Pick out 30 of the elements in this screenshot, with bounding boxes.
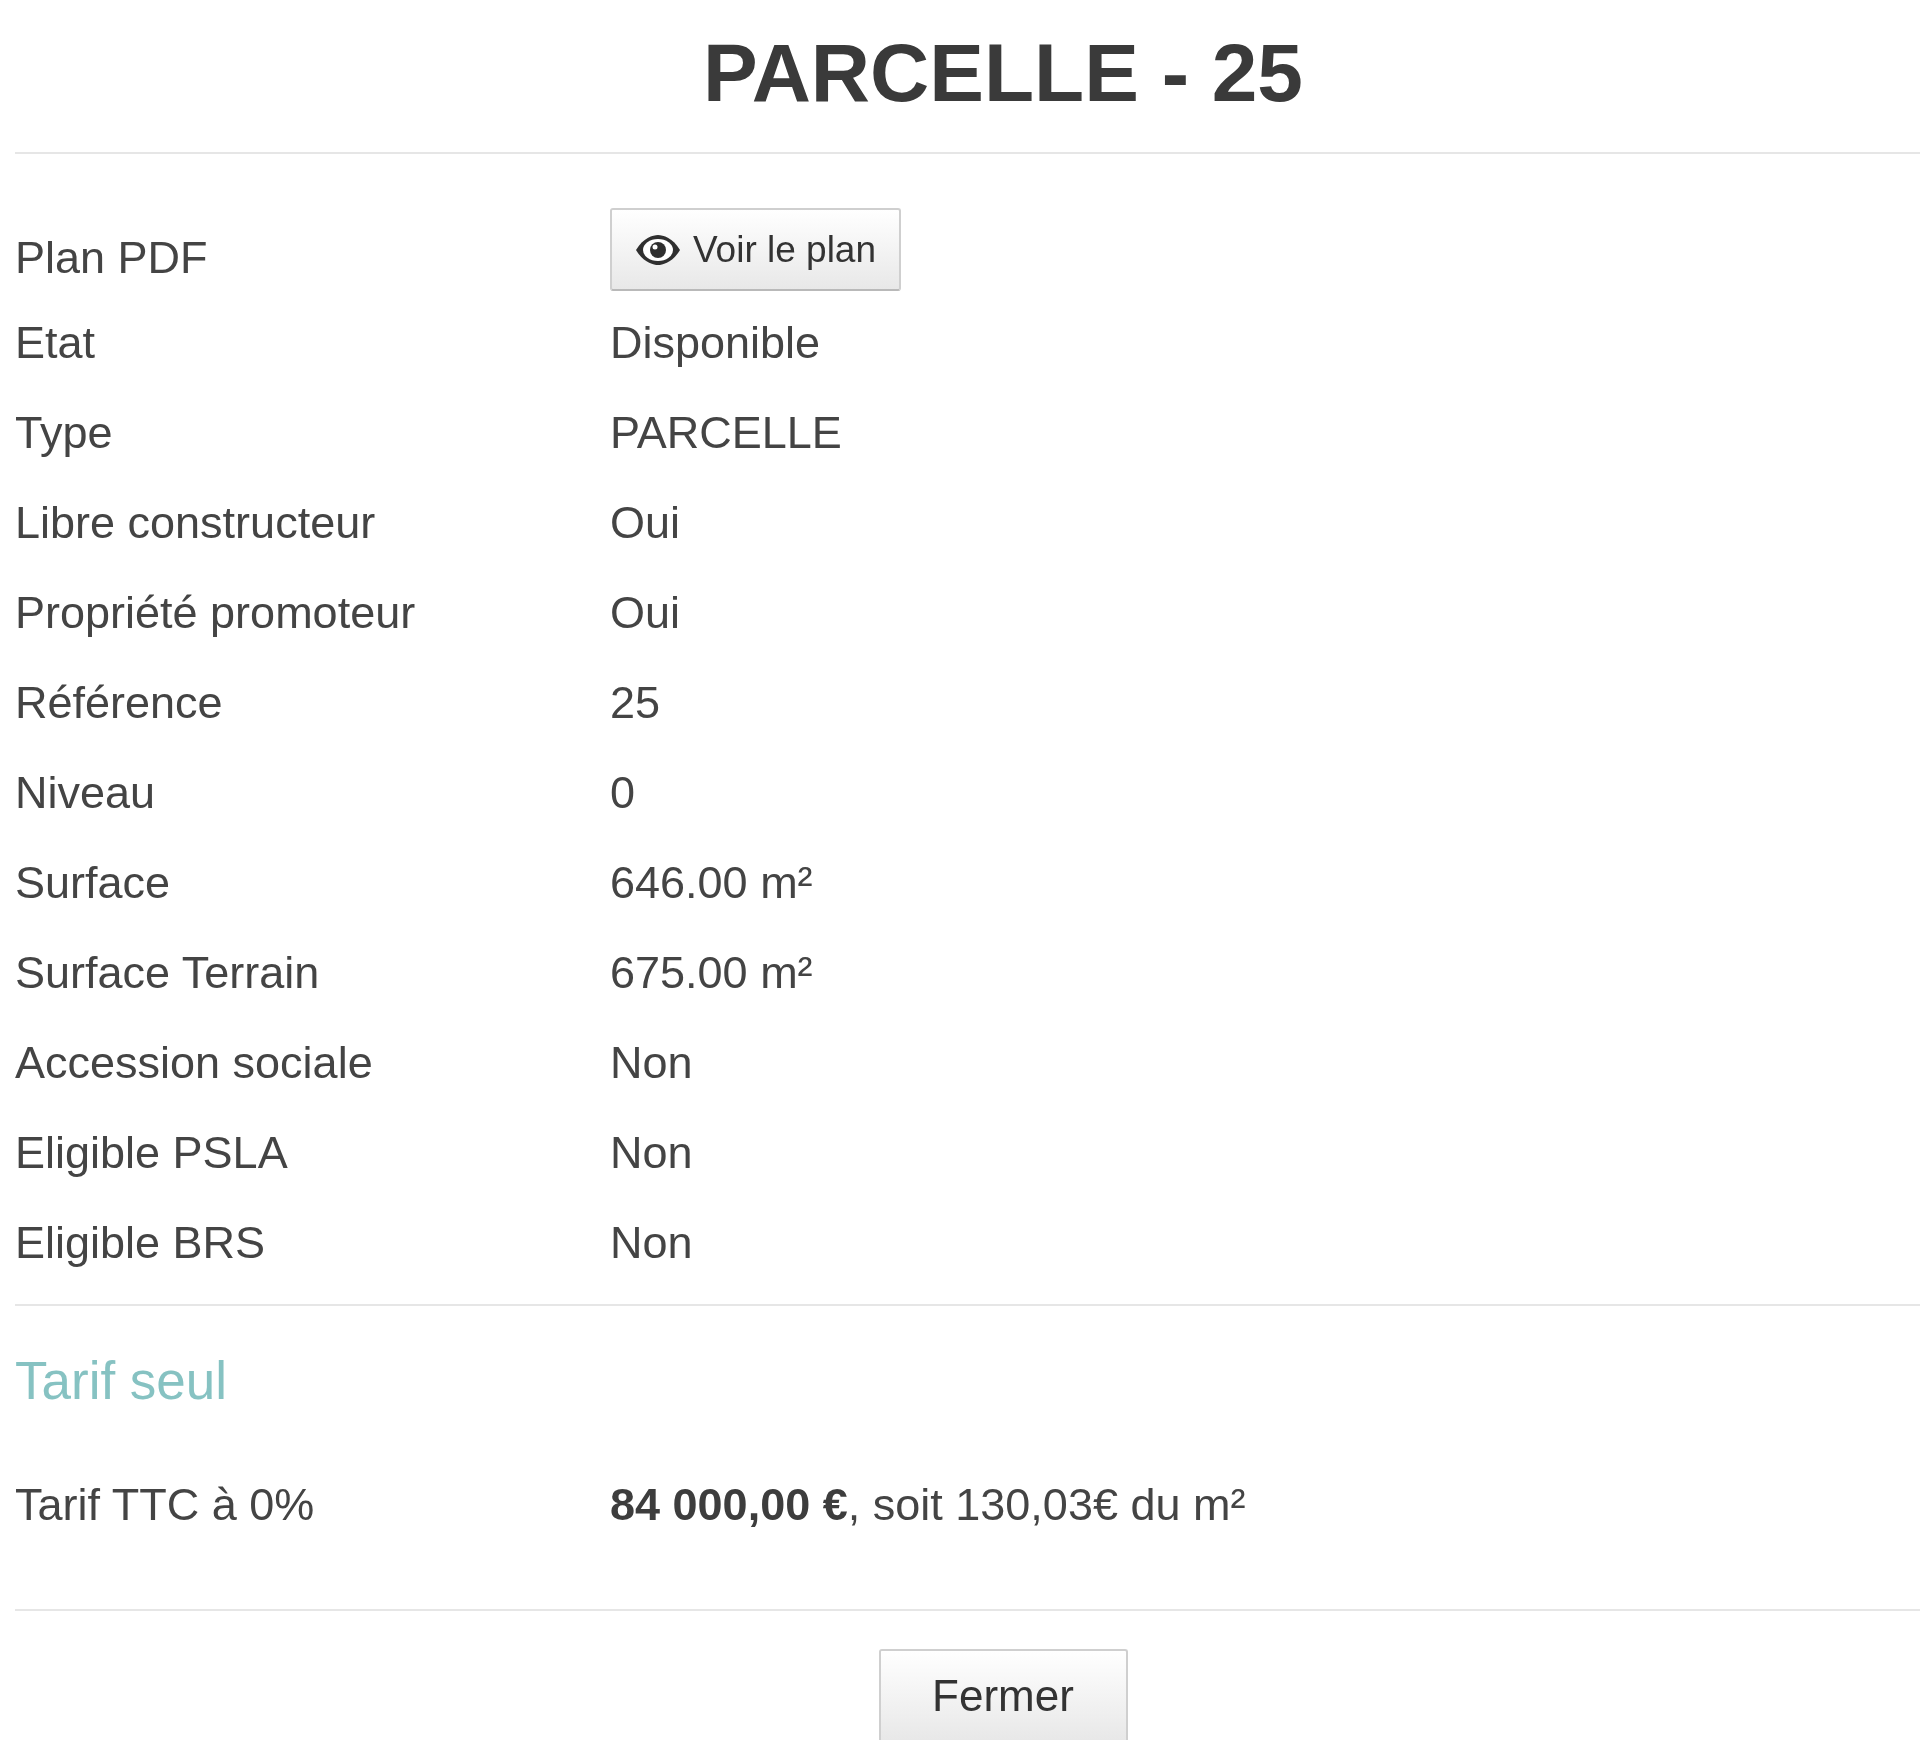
field-value: 646.00 m² bbox=[610, 856, 813, 910]
field-value: Oui bbox=[610, 586, 681, 640]
section-heading: Tarif seul bbox=[15, 1350, 228, 1412]
field-value: Non bbox=[610, 1036, 693, 1090]
field-label: Surface bbox=[15, 856, 171, 910]
field-label: Type bbox=[15, 406, 113, 460]
view-plan-button[interactable]: Voir le plan bbox=[610, 208, 901, 291]
close-button[interactable]: Fermer bbox=[878, 1649, 1128, 1740]
field-label: Surface Terrain bbox=[15, 946, 320, 1000]
field-value: Non bbox=[610, 1216, 693, 1270]
eye-icon bbox=[634, 234, 681, 265]
field-label: Référence bbox=[15, 676, 223, 730]
field-label: Eligible BRS bbox=[15, 1216, 266, 1270]
field-value: 675.00 m² bbox=[610, 946, 813, 1000]
field-value: Disponible bbox=[610, 316, 821, 370]
price-value: 84 000,00 €, soit 130,03€ du m² bbox=[610, 1478, 1246, 1532]
field-value: Oui bbox=[610, 496, 681, 550]
field-label: Accession sociale bbox=[15, 1036, 373, 1090]
field-value: 25 bbox=[610, 676, 661, 730]
field-value: Non bbox=[610, 1126, 693, 1180]
field-value: 0 bbox=[610, 766, 636, 820]
field-label: Etat bbox=[15, 316, 96, 370]
field-label: Plan PDF bbox=[15, 230, 208, 285]
field-label: Eligible PSLA bbox=[15, 1126, 288, 1180]
field-label: Libre constructeur bbox=[15, 496, 376, 550]
field-label: Tarif TTC à 0% bbox=[15, 1478, 315, 1532]
page-title: PARCELLE - 25 bbox=[703, 32, 1303, 120]
field-value: PARCELLE bbox=[610, 406, 842, 460]
field-label: Propriété promoteur bbox=[15, 586, 416, 640]
field-label: Niveau bbox=[15, 766, 156, 820]
